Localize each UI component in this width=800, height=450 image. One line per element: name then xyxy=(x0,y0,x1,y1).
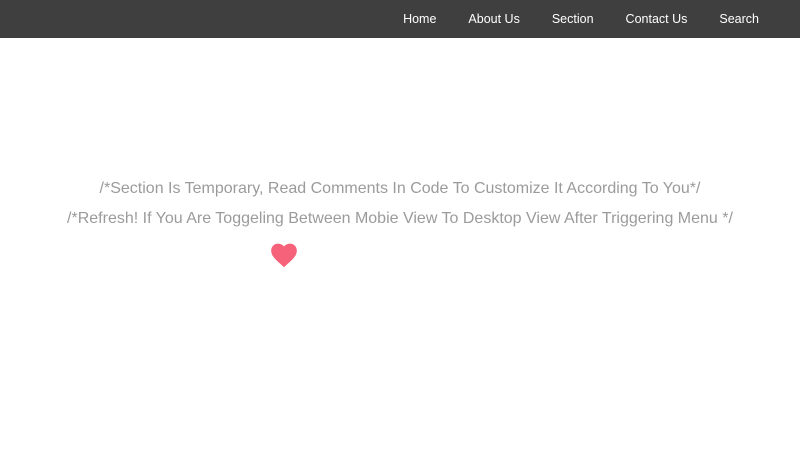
nav-item-search[interactable]: Search xyxy=(703,0,775,38)
top-navbar: Home About Us Section Contact Us Search xyxy=(0,0,800,38)
nav-item-about-us[interactable]: About Us xyxy=(452,0,535,38)
nav-item-home[interactable]: Home xyxy=(387,0,452,38)
heart-shape xyxy=(271,243,297,268)
main-section: /*Section Is Temporary, Read Comments In… xyxy=(0,38,800,450)
nav-item-section[interactable]: Section xyxy=(536,0,610,38)
heart-icon xyxy=(271,243,297,268)
nav-menu: Home About Us Section Contact Us Search xyxy=(387,0,775,38)
temporary-section-comment: /*Section Is Temporary, Read Comments In… xyxy=(99,180,701,197)
nav-item-contact-us[interactable]: Contact Us xyxy=(610,0,704,38)
refresh-comment: /*Refresh! If You Are Toggeling Between … xyxy=(67,210,733,227)
